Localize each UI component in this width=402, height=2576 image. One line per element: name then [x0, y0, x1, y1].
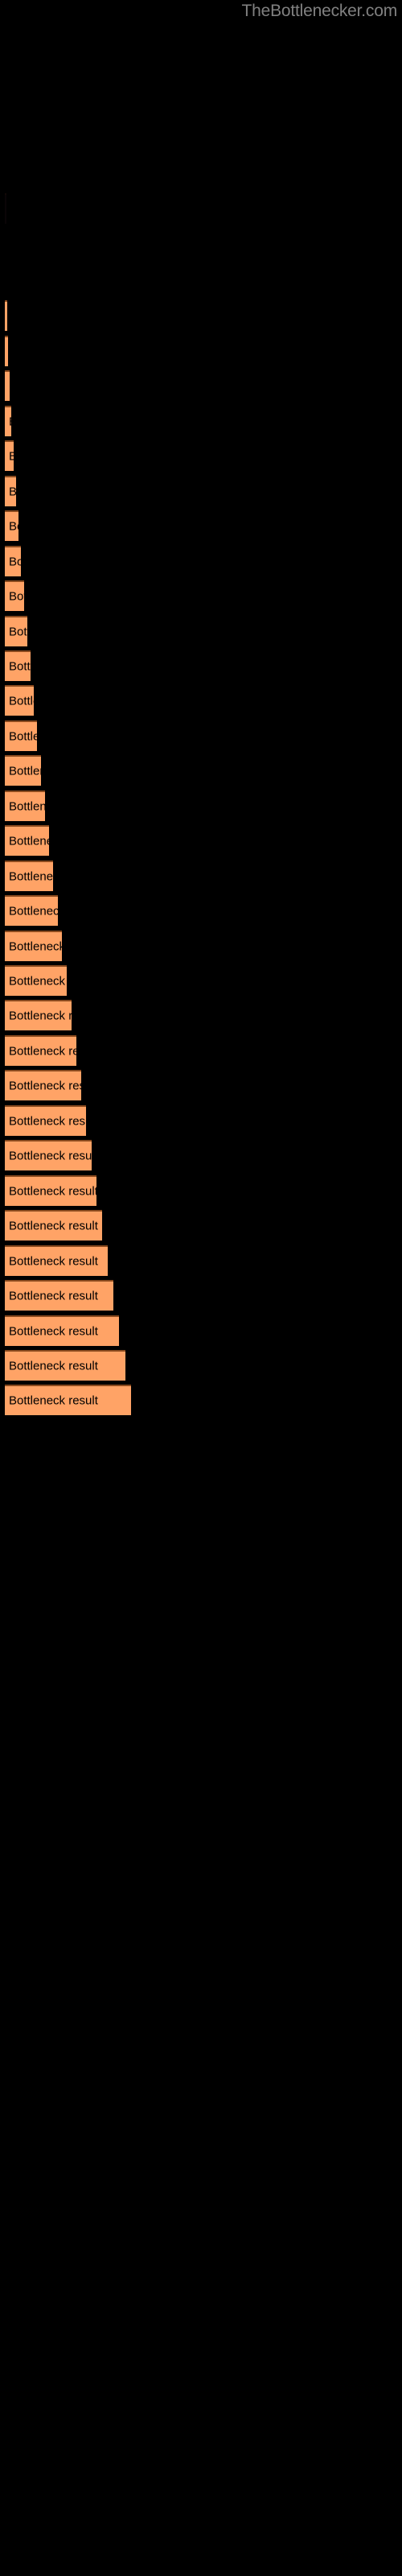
chart-bar[interactable]: Bottleneck result: [5, 1000, 72, 1030]
bar-label: Bottleneck result: [9, 1044, 76, 1059]
bar-label: Bottleneck result: [9, 1219, 98, 1233]
chart-bar[interactable]: Bottleneck result: [5, 406, 11, 436]
chart-bar[interactable]: Bottleneck result: [5, 440, 14, 471]
bar-label: Bottleneck result: [9, 1079, 81, 1093]
chart-bar[interactable]: Bottleneck result: [5, 1245, 108, 1276]
bar-label: Bottleneck result: [9, 381, 10, 393]
chart-bar[interactable]: Bottleneck result: [5, 336, 8, 366]
chart-bar[interactable]: Bottleneck result: [5, 1280, 113, 1311]
chart-bar[interactable]: Bottleneck result: [5, 965, 67, 996]
chart-bar[interactable]: Bottleneck result: [5, 931, 62, 961]
chart-bar[interactable]: Bottleneck result: [5, 720, 37, 751]
chart-bar[interactable]: Bottleneck result: [5, 1070, 81, 1100]
chart-bar[interactable]: Bottleneck result: [5, 1315, 119, 1346]
bar-label: Bottleneck result: [9, 1184, 96, 1199]
chart-bar[interactable]: Bottleneck result: [5, 370, 10, 401]
bar-label: Bottleneck result: [9, 1393, 98, 1408]
bar-label: Bottleneck result: [9, 1359, 98, 1373]
chart-bar[interactable]: Bottleneck result: [5, 685, 34, 716]
bar-label: Bottleneck result: [9, 1114, 86, 1129]
bar-label: Bottleneck result: [9, 974, 67, 989]
chart-bar[interactable]: Bottleneck result: [5, 300, 7, 331]
chart-bar[interactable]: Bottleneck result: [5, 1350, 125, 1381]
bar-label: Bottleneck result: [9, 555, 21, 569]
bar-label: Bottleneck result: [9, 659, 31, 674]
chart-plot-area: Bottleneck result Bottleneck result Bottle…: [0, 0, 402, 2576]
chart-bar[interactable]: Bottleneck result: [5, 580, 24, 611]
chart-bar[interactable]: Bottleneck result: [5, 193, 6, 224]
chart-bar[interactable]: Bottleneck result: [5, 791, 45, 821]
chart-bar[interactable]: Bottleneck result: [5, 1035, 76, 1066]
bar-label: Bottleneck result: [9, 519, 18, 534]
bar-label: Bottleneck result: [9, 694, 34, 708]
chart-bar[interactable]: Bottleneck result: [5, 616, 27, 646]
bar-label: Bottleneck result: [9, 869, 53, 884]
bottleneck-bar-chart: TheBottlenecker.com Bottleneck resultBot…: [0, 0, 402, 2576]
chart-bar[interactable]: Bottleneck result: [5, 1105, 86, 1136]
chart-bar[interactable]: Bottleneck result: [5, 861, 53, 891]
chart-bar[interactable]: Bottleneck result: [5, 755, 41, 786]
bar-label: Bottleneck result: [9, 764, 41, 778]
chart-bar[interactable]: Bottleneck result: [5, 476, 16, 506]
bar-label: Bottleneck result: [9, 904, 58, 919]
bar-label: Bottleneck result: [9, 1324, 98, 1339]
chart-bar[interactable]: Bottleneck result: [5, 1140, 92, 1170]
bar-label: Bottleneck result: [9, 799, 45, 814]
bar-label: Bottleneck result: [9, 625, 27, 639]
bar-label: Bottleneck result: [9, 1289, 98, 1303]
bar-label: Bottleneck result: [9, 1149, 92, 1163]
bar-label: Bottleneck result: [9, 729, 37, 744]
chart-bar[interactable]: Bottleneck result: [5, 1175, 96, 1206]
chart-bar[interactable]: Bottleneck result: [5, 510, 18, 541]
chart-bar[interactable]: Bottleneck result: [5, 895, 58, 926]
bar-label: Bottleneck result: [9, 451, 14, 463]
bar-label: Bottleneck result: [9, 1009, 72, 1023]
chart-bar[interactable]: Bottleneck result: [5, 1385, 131, 1415]
chart-bar[interactable]: Bottleneck result: [5, 825, 49, 856]
bar-label: Bottleneck result: [9, 486, 16, 498]
bar-label: Bottleneck result: [9, 1254, 98, 1269]
chart-bar[interactable]: Bottleneck result: [5, 650, 31, 681]
chart-bar[interactable]: Bottleneck result: [5, 1210, 102, 1241]
bar-label: Bottleneck result: [9, 939, 62, 954]
bar-label: Bottleneck result: [9, 834, 49, 848]
bar-label: Bottleneck result: [9, 589, 24, 604]
bar-label: Bottleneck result: [9, 416, 11, 428]
chart-bar[interactable]: Bottleneck result: [5, 546, 21, 576]
